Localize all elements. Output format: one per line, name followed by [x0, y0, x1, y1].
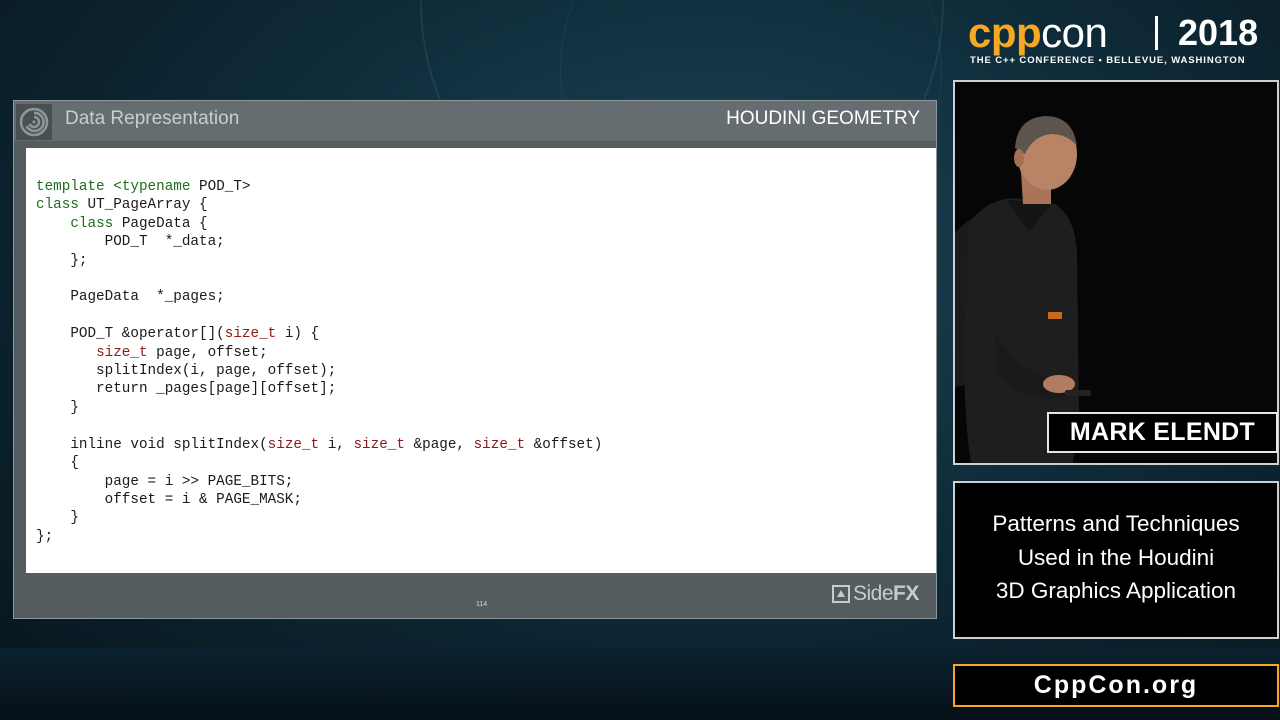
speaker-video	[953, 80, 1279, 465]
code-line: }	[36, 509, 602, 527]
code-type: size_t	[96, 344, 148, 361]
logo-separator	[1155, 16, 1158, 50]
code-line: };	[36, 252, 602, 270]
code-text: inline void splitIndex(	[36, 436, 268, 453]
code-text: {	[36, 455, 79, 472]
cppcon-logo: cppcon 2018 THE C++ CONFERENCE • BELLEVU…	[968, 10, 1268, 70]
logo-cpp: cpp	[968, 9, 1042, 56]
code-text: page = i >> PAGE_BITS;	[36, 473, 294, 490]
code-text: }	[36, 399, 79, 416]
code-block: template <typename POD_T> class UT_PageAr…	[26, 148, 936, 573]
code-listing: template <typename POD_T> class UT_PageAr…	[36, 178, 602, 546]
slide-page-number: 114	[476, 601, 488, 608]
sidefx-logo-icon	[832, 585, 850, 603]
code-line: }	[36, 399, 602, 417]
slide-header: Data Representation HOUDINI GEOMETRY	[14, 101, 936, 141]
code-line: return _pages[page][offset];	[36, 380, 602, 398]
code-text: &offset)	[525, 436, 603, 453]
talk-title: Patterns and Techniques Used in the Houd…	[955, 507, 1277, 608]
code-type: size_t	[267, 436, 320, 453]
logo-wordmark: cppcon	[968, 9, 1108, 56]
code-line: PageData *_pages;	[36, 288, 602, 306]
code-keyword: class	[70, 215, 114, 232]
sidefx-side-text: Side	[853, 582, 894, 605]
logo-year: 2018	[1178, 12, 1259, 53]
code-text: POD_T>	[190, 179, 251, 195]
code-line: ​	[36, 307, 602, 325]
code-text: };	[36, 252, 88, 269]
talk-title-panel: Patterns and Techniques Used in the Houd…	[953, 481, 1279, 639]
presentation-slide: Data Representation HOUDINI GEOMETRY tem…	[13, 100, 937, 619]
slide-title: Data Representation	[65, 108, 240, 129]
code-text: splitIndex(i, page, offset);	[36, 363, 337, 380]
code-line: page = i >> PAGE_BITS;	[36, 473, 602, 491]
code-line: };	[36, 528, 602, 546]
code-text: &page,	[404, 436, 474, 453]
code-text: };	[36, 528, 54, 545]
logo-con: con	[1041, 9, 1108, 56]
code-keyword: class	[36, 197, 79, 214]
code-line: size_t page, offset;	[36, 344, 602, 362]
code-line: POD_T *_data;	[36, 233, 602, 251]
code-type: size_t	[224, 326, 277, 343]
houdini-swirl-icon	[16, 104, 52, 140]
code-type: size_t	[473, 436, 526, 453]
code-text: return _pages[page][offset];	[36, 381, 337, 398]
logo-tagline: THE C++ CONFERENCE • BELLEVUE, WASHINGTO…	[970, 55, 1246, 66]
speaker-silhouette	[955, 82, 1277, 463]
code-line: class UT_PageArray {	[36, 196, 602, 214]
code-text: offset = i & PAGE_MASK;	[36, 491, 302, 508]
code-text: UT_PageArray {	[78, 197, 208, 214]
code-text: PageData {	[113, 215, 208, 232]
code-line: template <typename POD_T>	[36, 178, 602, 196]
slide-section-label: HOUDINI GEOMETRY	[726, 108, 920, 129]
speaker-name: MARK ELENDT	[1047, 412, 1278, 453]
code-text: i,	[319, 436, 354, 453]
code-text: POD_T *_data;	[36, 234, 225, 251]
code-line: inline void splitIndex(size_t i, size_t …	[36, 436, 602, 454]
code-line: POD_T &operator[](size_t i) {	[36, 325, 602, 343]
code-line: ​	[36, 270, 602, 288]
code-line: offset = i & PAGE_MASK;	[36, 491, 602, 509]
talk-title-line-1: Patterns and Techniques	[992, 511, 1240, 536]
code-keyword: <typename	[113, 179, 191, 195]
conference-url: CppCon.org	[953, 664, 1279, 707]
code-line: splitIndex(i, page, offset);	[36, 362, 602, 380]
code-line: {	[36, 454, 602, 472]
code-text: i) {	[276, 326, 320, 343]
code-line: class PageData {	[36, 215, 602, 233]
sidefx-logo: Side FX	[832, 581, 919, 607]
code-line: ​	[36, 417, 602, 435]
code-text: page, offset;	[147, 344, 268, 361]
code-type: size_t	[353, 436, 405, 453]
code-text: POD_T &operator[](	[36, 326, 225, 343]
code-text: PageData *_pages;	[36, 289, 225, 306]
code-text: }	[36, 510, 79, 527]
code-keyword: template	[36, 179, 105, 195]
talk-title-line-2: Used in the Houdini	[1017, 544, 1215, 570]
talk-title-line-3: 3D Graphics Application	[995, 578, 1237, 603]
sidefx-fx-text: FX	[893, 582, 919, 605]
